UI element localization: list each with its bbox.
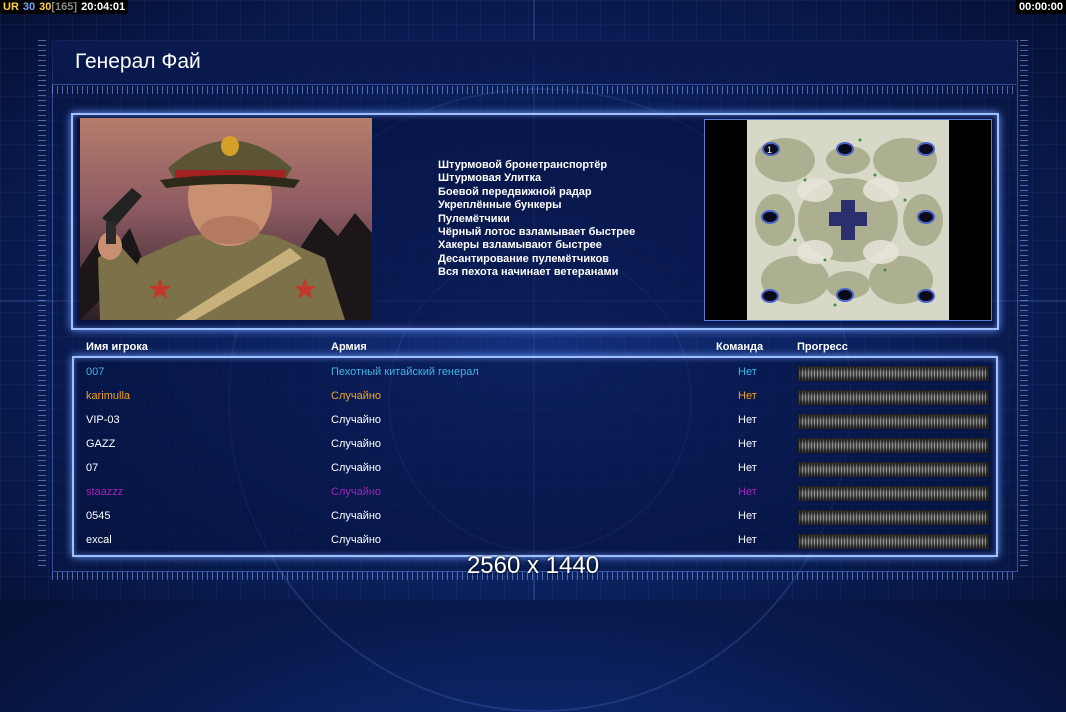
feature-item: Пулемётчики — [438, 212, 510, 225]
game-clock: 00:00:00 — [1015, 0, 1066, 14]
column-header-progress: Прогресс — [797, 341, 848, 353]
player-team: Нет — [738, 390, 757, 402]
map-preview[interactable]: 1 — [704, 119, 992, 321]
table-row: GAZZ Случайно Нет — [74, 433, 992, 457]
player-progress-bar — [798, 510, 989, 525]
player-team: Нет — [738, 366, 757, 378]
player-army: Случайно — [331, 510, 382, 522]
table-row: karimulla Случайно Нет — [74, 385, 992, 409]
player-progress-bar — [798, 486, 989, 501]
player-name: excal — [86, 534, 112, 546]
player-name: VIP-03 — [86, 414, 120, 426]
status-value-2: 30 — [39, 1, 52, 13]
player-team: Нет — [738, 438, 757, 450]
player-name: 007 — [86, 366, 105, 378]
player-team: Нет — [738, 510, 757, 522]
table-row: 007 Пехотный китайский генерал Нет — [74, 361, 992, 385]
column-header-team: Команда — [716, 341, 764, 353]
left-ruler — [38, 40, 46, 570]
column-header-army: Армия — [331, 341, 367, 353]
feature-item: Чёрный лотос взламывает быстрее — [438, 226, 636, 239]
general-portrait — [80, 118, 372, 320]
player-team: Нет — [738, 486, 757, 498]
right-ruler — [1020, 40, 1028, 570]
player-name: 07 — [86, 462, 99, 474]
feature-item: Хакеры взламывают быстрее — [438, 239, 602, 252]
column-header-name: Имя игрока — [86, 341, 148, 353]
player-progress-bar — [798, 462, 989, 477]
status-bracket: [165] — [51, 1, 78, 13]
start-position-label: 1 — [767, 145, 772, 155]
player-team: Нет — [738, 534, 757, 546]
player-progress-bar — [798, 390, 989, 405]
feature-item: Десантирование пулемётчиков — [438, 252, 609, 265]
player-name: GAZZ — [86, 438, 116, 450]
status-time: 20:04:01 — [81, 1, 126, 13]
player-army: Случайно — [331, 486, 382, 498]
player-progress-bar — [798, 366, 989, 381]
player-progress-bar — [798, 534, 989, 549]
player-name: 0545 — [86, 510, 111, 522]
status-value-1: 30 — [22, 1, 36, 13]
feature-item: Боевой передвижной радар — [438, 185, 592, 198]
page-title: Генерал Фай — [75, 50, 201, 73]
feature-item: Штурмовой бронетранспортёр — [438, 159, 608, 171]
player-army: Случайно — [331, 462, 382, 474]
table-row: 07 Случайно Нет — [74, 457, 992, 481]
top-ruler — [52, 86, 1016, 94]
general-features-list: Штурмовой бронетранспортёр Штурмовая Ули… — [438, 159, 635, 280]
status-prefix: UR — [3, 1, 19, 13]
player-progress-bar — [798, 414, 989, 429]
player-army: Пехотный китайский генерал — [331, 366, 479, 378]
player-army: Случайно — [331, 534, 382, 546]
player-army: Случайно — [331, 414, 382, 426]
table-row: staazzz Случайно Нет — [74, 481, 992, 505]
feature-item: Штурмовая Улитка — [438, 172, 542, 185]
table-row: VIP-03 Случайно Нет — [74, 409, 992, 433]
player-team: Нет — [738, 414, 757, 426]
player-team: Нет — [738, 462, 757, 474]
player-name: karimulla — [86, 390, 131, 402]
table-row: excal Случайно Нет — [74, 529, 992, 553]
player-progress-bar — [798, 438, 989, 453]
status-bar: UR 30 30 [165] 20:04:01 — [0, 0, 129, 14]
player-army: Случайно — [331, 390, 382, 402]
feature-item: Вся пехота начинает ветеранами — [438, 266, 619, 279]
resolution-label: 2560 x 1440 — [466, 552, 600, 579]
player-army: Случайно — [331, 438, 382, 450]
table-row: 0545 Случайно Нет — [74, 505, 992, 529]
player-name: staazzz — [86, 486, 124, 498]
feature-item: Укреплённые бункеры — [438, 199, 562, 212]
